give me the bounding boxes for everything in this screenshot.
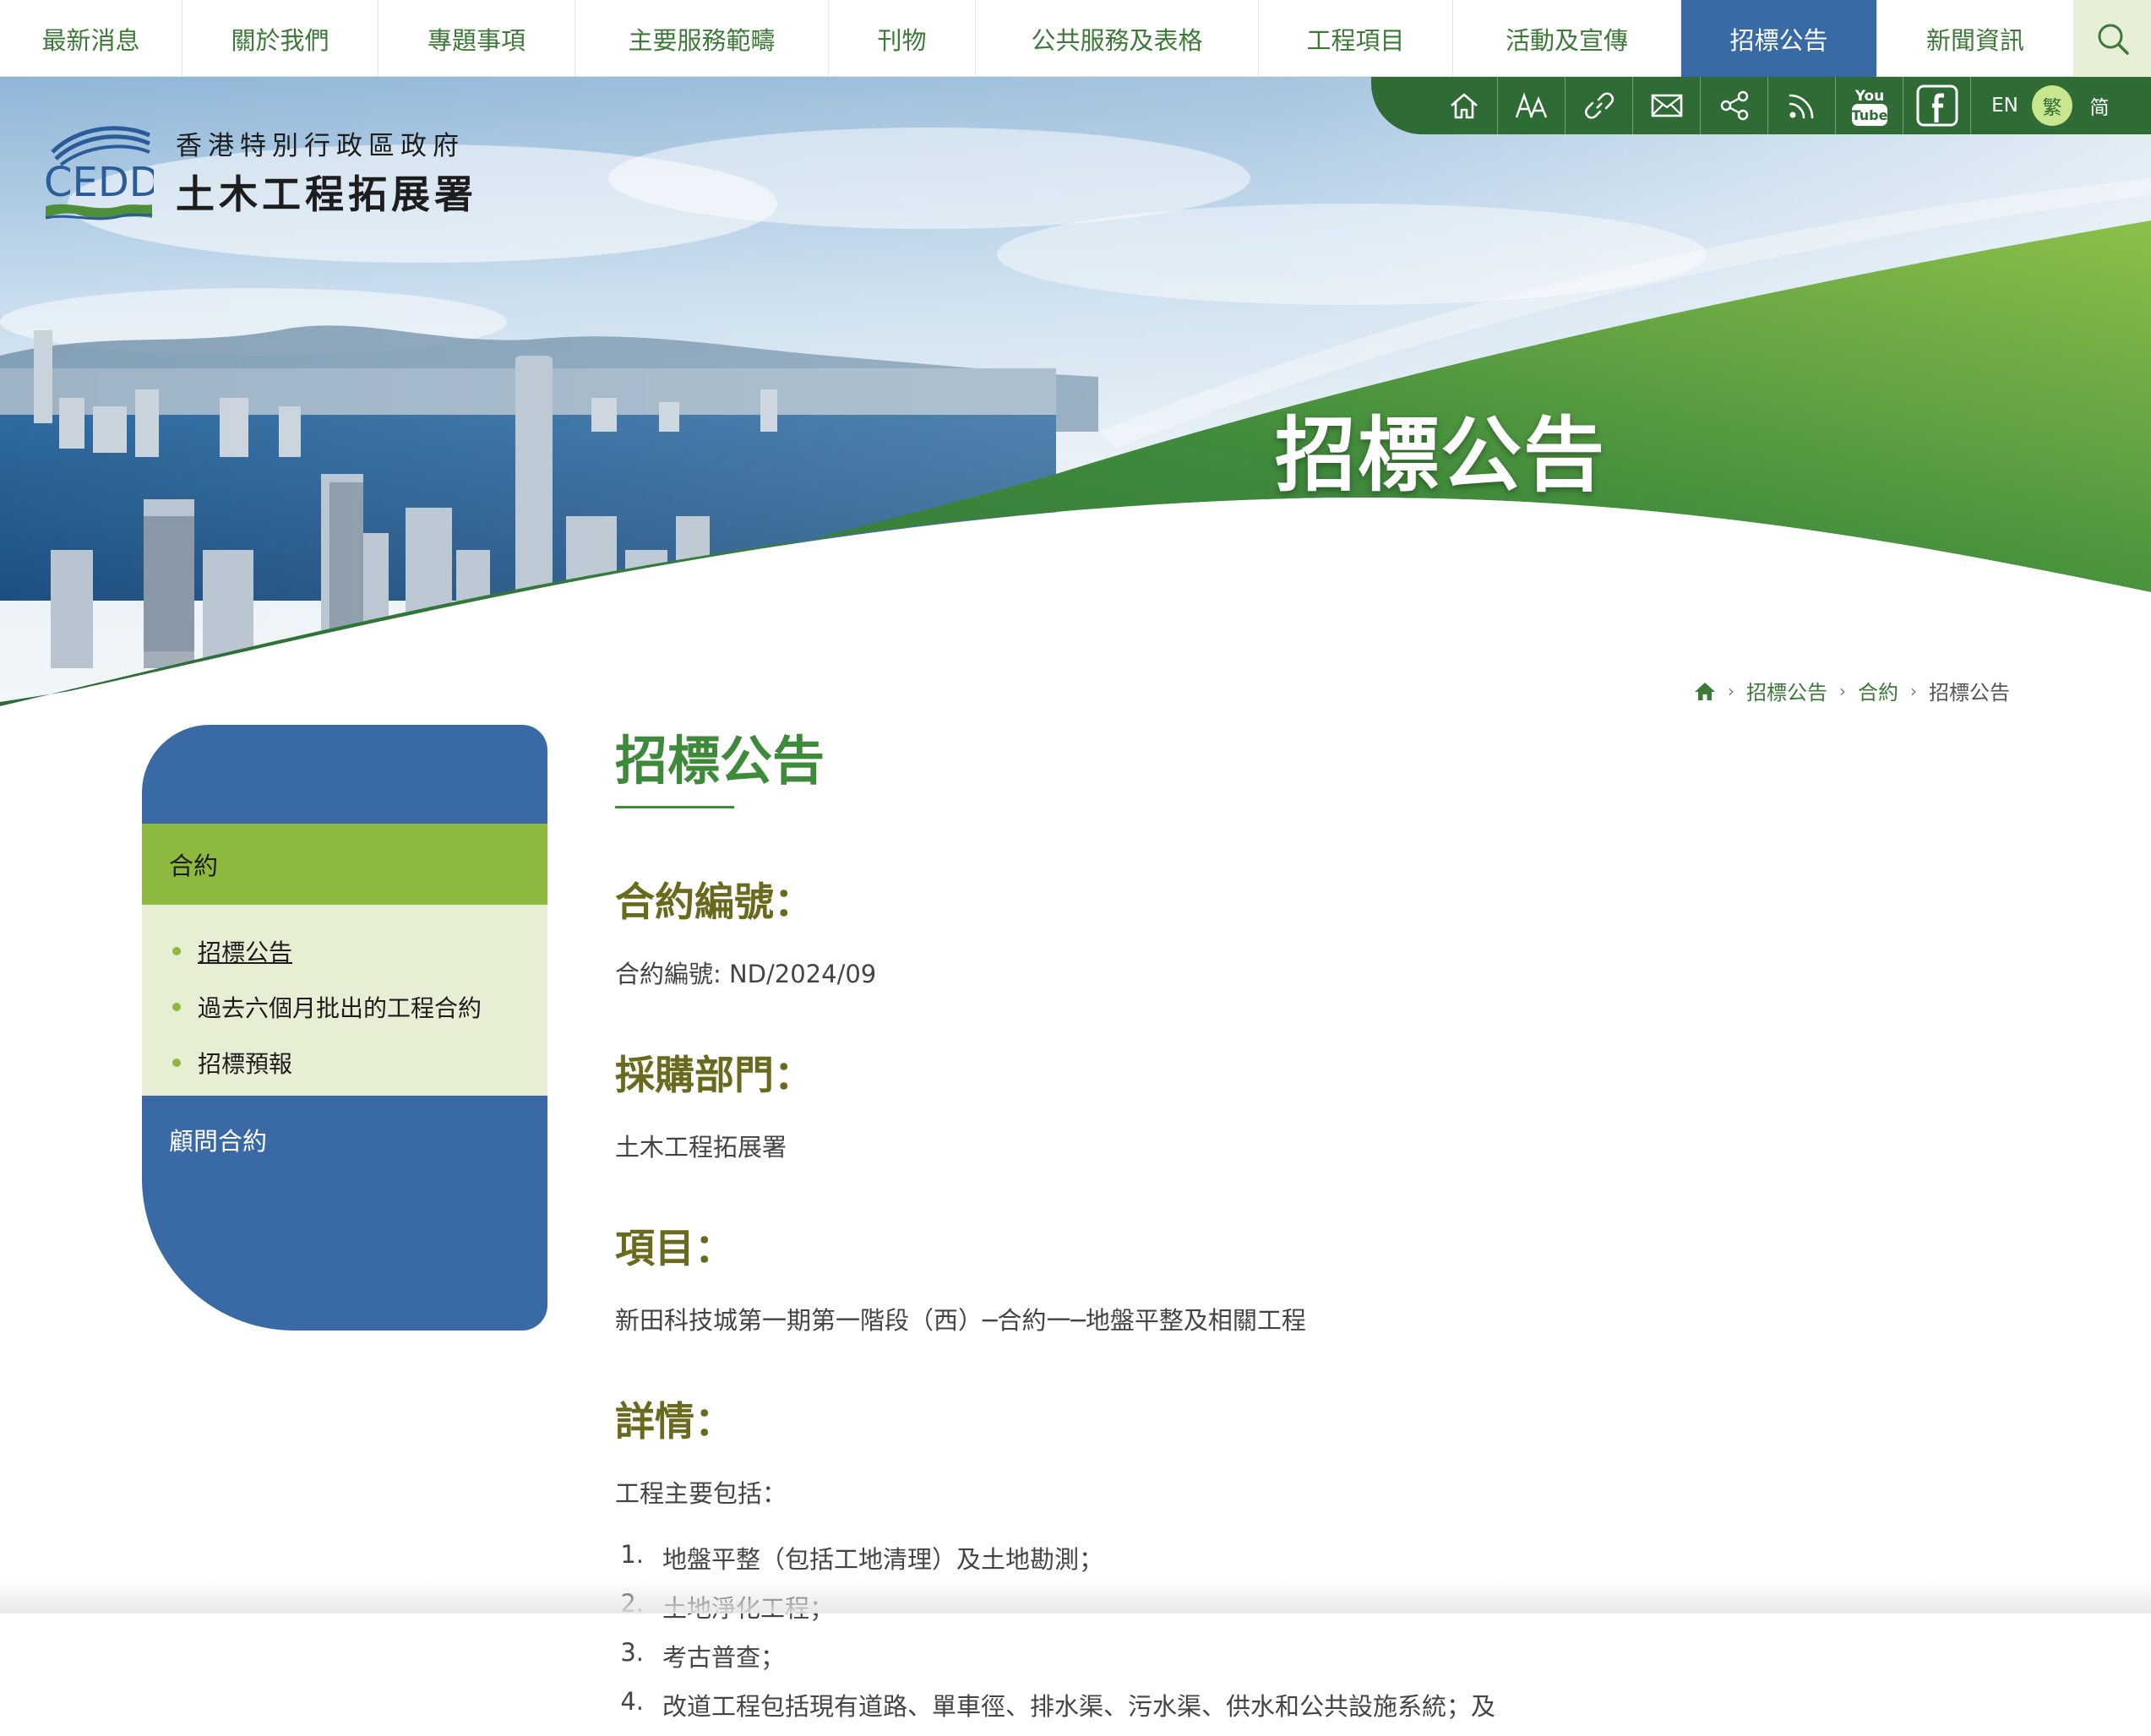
nav-publications[interactable]: 刊物 <box>829 0 976 77</box>
contact-button[interactable] <box>1633 77 1701 134</box>
works-list: 1.地盤平整（包括工地清理）及土地勘測； 2.土地淨化工程； 3.考古普查； 4… <box>615 1540 1882 1736</box>
share-icon <box>1720 90 1748 121</box>
sidebar-subitem-awarded-contracts[interactable]: 過去六個月批出的工程合約 <box>142 979 547 1035</box>
mail-icon <box>1651 94 1682 117</box>
facebook-button[interactable] <box>1903 77 1971 134</box>
procuring-department-heading: 採購部門： <box>615 1053 814 1099</box>
lang-en[interactable]: EN <box>1985 85 2025 126</box>
sidebar-item-consultancy[interactable]: 顧問合約 <box>169 1122 267 1157</box>
nav-events-publicity[interactable]: 活動及宣傳 <box>1453 0 1681 77</box>
contract-no-heading: 合約編號： <box>615 879 814 926</box>
title-underline <box>615 806 734 808</box>
details-heading: 詳情： <box>615 1399 734 1445</box>
lang-simplified-chinese[interactable]: 简 <box>2079 85 2120 126</box>
sidebar-item-contracts[interactable]: 合約 <box>142 824 547 905</box>
bullet-icon <box>172 1003 181 1011</box>
bullet-icon <box>172 1058 181 1067</box>
nav-about-us[interactable]: 關於我們 <box>182 0 378 77</box>
nav-special-topics[interactable]: 專題事項 <box>378 0 575 77</box>
search-icon <box>2098 24 2129 55</box>
youtube-icon: You Tube <box>1851 88 1887 126</box>
contract-no-value: 合約編號: ND/2024/09 <box>615 960 877 988</box>
scroll-fade <box>0 1580 2151 1614</box>
chevron-right-icon: › <box>1910 680 1917 701</box>
facebook-icon <box>1916 84 1958 127</box>
sidebar-menu: 合約 招標公告 過去六個月批出的工程合約 招標預報 顧問合約 <box>142 725 547 1331</box>
sidebar-subitem-label: 招標預報 <box>198 1050 293 1078</box>
logo-government-name: 香港特別行政區政府 <box>176 130 465 161</box>
sidebar-submenu: 招標公告 過去六個月批出的工程合約 招標預報 <box>142 905 547 1096</box>
links-button[interactable] <box>1566 77 1633 134</box>
nav-major-services[interactable]: 主要服務範疇 <box>575 0 829 77</box>
cedd-emblem-icon: CEDD <box>44 126 154 220</box>
project-heading: 項目： <box>615 1226 734 1272</box>
banner-title: 招標公告 <box>1275 408 1606 503</box>
breadcrumb: › 招標公告 › 合約 › 招標公告 <box>1694 676 2010 705</box>
breadcrumb-home-icon[interactable] <box>1694 681 1716 701</box>
list-item-text: 考古普查； <box>662 1643 786 1672</box>
nav-press-releases[interactable]: 新聞資訊 <box>1877 0 2074 77</box>
top-navigation: 最新消息 關於我們 專題事項 主要服務範疇 刊物 公共服務及表格 工程項目 活動… <box>0 0 2151 77</box>
font-size-button[interactable] <box>1498 77 1566 134</box>
link-icon <box>1584 92 1614 119</box>
font-size-icon <box>1515 92 1547 118</box>
search-button[interactable] <box>2074 0 2151 77</box>
youtube-button[interactable]: You Tube <box>1836 77 1903 134</box>
details-intro: 工程主要包括： <box>615 1479 787 1508</box>
rss-button[interactable] <box>1768 77 1836 134</box>
cedd-abbr: CEDD <box>44 159 154 206</box>
list-item: 3. 考古普查； <box>615 1638 1882 1687</box>
page-title: 招標公告 <box>615 730 825 792</box>
sidebar-subitem-tender-notices[interactable]: 招標公告 <box>142 923 547 979</box>
sidebar-subitem-tender-forecast[interactable]: 招標預報 <box>142 1035 547 1091</box>
nav-tender-notices[interactable]: 招標公告 <box>1681 0 1877 77</box>
youtube-label-top: You <box>1854 88 1884 105</box>
youtube-label-bottom: Tube <box>1851 107 1887 123</box>
breadcrumb-tender-notices[interactable]: 招標公告 <box>1746 676 1827 705</box>
chevron-right-icon: › <box>1728 680 1734 701</box>
project-value: 新田科技城第一期第一階段（西）─合約一─地盤平整及相關工程 <box>615 1306 1306 1335</box>
utility-bar: You Tube EN 繁 简 <box>1371 77 2151 134</box>
home-icon <box>1450 93 1478 119</box>
nav-public-services-forms[interactable]: 公共服務及表格 <box>976 0 1259 77</box>
language-switcher: EN 繁 简 <box>1971 85 2123 126</box>
rss-icon <box>1789 94 1813 119</box>
lang-traditional-chinese[interactable]: 繁 <box>2032 85 2072 126</box>
home-button[interactable] <box>1430 77 1498 134</box>
sidebar-subitem-label: 過去六個月批出的工程合約 <box>198 994 482 1022</box>
nav-latest-news[interactable]: 最新消息 <box>0 0 182 77</box>
logo-text: 香港特別行政區政府 土木工程拓展署 <box>176 124 477 220</box>
breadcrumb-contracts[interactable]: 合約 <box>1858 676 1898 705</box>
nav-projects[interactable]: 工程項目 <box>1259 0 1453 77</box>
breadcrumb-current: 招標公告 <box>1929 681 2010 705</box>
bullet-icon <box>172 947 181 955</box>
list-item-text: 改道工程包括現有道路、單車徑、排水渠、污水渠、供水和公共設施系統；及 <box>662 1692 1496 1721</box>
list-item: 4. 改道工程包括現有道路、單車徑、排水渠、污水渠、供水和公共設施系統；及 <box>615 1687 1882 1736</box>
share-button[interactable] <box>1701 77 1768 134</box>
sidebar-subitem-label: 招標公告 <box>198 939 293 966</box>
logo-department-name: 土木工程拓展署 <box>176 171 477 217</box>
procuring-department-value: 土木工程拓展署 <box>615 1133 787 1162</box>
cedd-logo[interactable]: CEDD 香港特別行政區政府 土木工程拓展署 <box>44 118 477 225</box>
chevron-right-icon: › <box>1839 680 1846 701</box>
